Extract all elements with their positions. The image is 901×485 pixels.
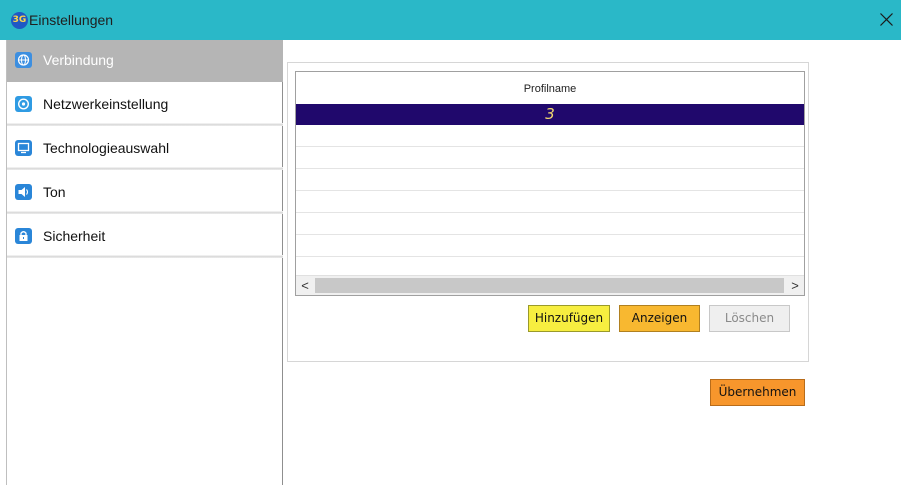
network-icon — [15, 96, 32, 112]
settings-sidebar: Verbindung Netzwerkeinstellung Technolog… — [6, 40, 283, 485]
delete-profile-button[interactable]: Löschen — [709, 305, 790, 332]
row-divider — [296, 146, 804, 147]
close-button[interactable] — [861, 0, 901, 40]
profile-name-column-header[interactable]: Profilname — [296, 72, 804, 104]
speaker-icon — [15, 184, 32, 200]
row-divider — [296, 234, 804, 235]
sidebar-item-technologieauswahl[interactable]: Technologieauswahl — [7, 128, 283, 170]
profile-table: Profilname 3 < > — [295, 71, 805, 296]
settings-window: 3G Einstellungen Verbindung Netzwerkeins… — [0, 0, 901, 485]
apply-button[interactable]: Übernehmen — [710, 379, 805, 406]
window-title: Einstellungen — [29, 12, 114, 28]
row-divider — [296, 190, 804, 191]
horizontal-scrollbar[interactable]: < > — [296, 275, 804, 295]
divider — [7, 123, 283, 126]
scroll-right-arrow-icon[interactable]: > — [786, 276, 804, 295]
sidebar-item-label: Netzwerkeinstellung — [43, 96, 169, 112]
table-row[interactable]: 3 — [296, 104, 804, 125]
lock-icon — [15, 228, 32, 244]
sidebar-item-sicherheit[interactable]: Sicherheit — [7, 216, 283, 258]
divider — [7, 211, 283, 214]
divider — [7, 255, 283, 258]
add-profile-button[interactable]: Hinzufügen — [528, 305, 610, 332]
sidebar-item-label: Sicherheit — [43, 228, 106, 244]
sidebar-item-verbindung[interactable]: Verbindung — [7, 40, 283, 82]
sidebar-item-label: Verbindung — [43, 52, 114, 68]
close-icon — [880, 13, 893, 26]
app-3g-icon: 3G — [11, 12, 28, 29]
row-divider — [296, 256, 804, 257]
sidebar-item-label: Technologieauswahl — [43, 140, 170, 156]
row-divider — [296, 168, 804, 169]
show-profile-button[interactable]: Anzeigen — [619, 305, 700, 332]
monitor-icon — [15, 140, 32, 156]
divider — [7, 167, 283, 170]
sidebar-item-ton[interactable]: Ton — [7, 172, 283, 214]
sidebar-item-label: Ton — [43, 184, 66, 200]
scroll-left-arrow-icon[interactable]: < — [296, 276, 314, 295]
globe-icon — [15, 52, 32, 68]
scrollbar-thumb[interactable] — [315, 278, 784, 293]
row-divider — [296, 212, 804, 213]
title-bar: 3G Einstellungen — [0, 0, 901, 40]
sidebar-item-netzwerkeinstellung[interactable]: Netzwerkeinstellung — [7, 84, 283, 126]
connection-panel: Profilname 3 < > Hinzufügen Anzeigen Lös… — [287, 62, 809, 362]
